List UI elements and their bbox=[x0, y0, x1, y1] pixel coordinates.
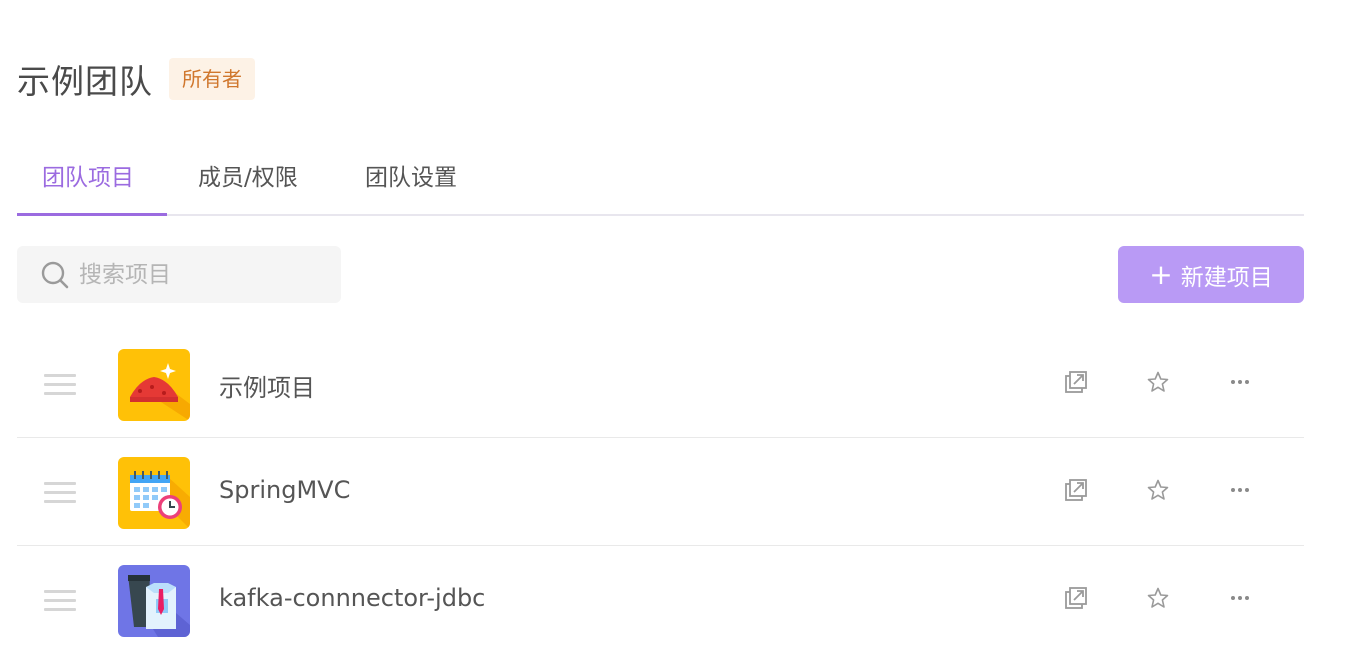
landscape-icon[interactable] bbox=[118, 349, 190, 421]
search-icon bbox=[41, 261, 69, 289]
drag-handle-icon[interactable] bbox=[44, 374, 76, 396]
active-tab-indicator bbox=[17, 213, 167, 216]
project-name[interactable]: SpringMVC bbox=[219, 476, 350, 504]
external-link-icon[interactable] bbox=[1062, 584, 1090, 612]
search-input[interactable] bbox=[79, 261, 319, 288]
more-icon[interactable] bbox=[1226, 476, 1254, 504]
project-name[interactable]: 示例项目 bbox=[219, 368, 315, 403]
tab-members-permissions[interactable]: 成员/权限 bbox=[198, 150, 298, 216]
tab-team-settings[interactable]: 团队设置 bbox=[365, 150, 457, 216]
new-project-label: 新建项目 bbox=[1180, 264, 1273, 291]
team-header: 示例团队 所有者 bbox=[17, 57, 255, 101]
more-icon[interactable] bbox=[1226, 584, 1254, 612]
drag-handle-icon[interactable] bbox=[44, 590, 76, 612]
project-row[interactable]: kafka-connnector-jdbc bbox=[17, 546, 1304, 649]
star-icon[interactable] bbox=[1144, 476, 1172, 504]
project-row[interactable]: 示例项目 bbox=[17, 330, 1304, 438]
project-list: 示例项目 SpringMVC kafka-connnector-jdbc bbox=[17, 330, 1304, 649]
project-name[interactable]: kafka-connnector-jdbc bbox=[219, 584, 485, 612]
drag-handle-icon[interactable] bbox=[44, 482, 76, 504]
new-project-button[interactable]: + 新建项目 bbox=[1118, 246, 1304, 303]
team-title: 示例团队 bbox=[17, 62, 153, 101]
shirt-tie-icon[interactable] bbox=[118, 565, 190, 637]
external-link-icon[interactable] bbox=[1062, 368, 1090, 396]
star-icon[interactable] bbox=[1144, 584, 1172, 612]
star-icon[interactable] bbox=[1144, 368, 1172, 396]
more-icon[interactable] bbox=[1226, 368, 1254, 396]
role-badge: 所有者 bbox=[169, 58, 255, 100]
tab-team-projects[interactable]: 团队项目 bbox=[42, 150, 134, 216]
tab-bar: 团队项目 成员/权限 团队设置 bbox=[17, 150, 1304, 216]
plus-icon: + bbox=[1149, 257, 1173, 291]
calendar-clock-icon[interactable] bbox=[118, 457, 190, 529]
search-box[interactable] bbox=[17, 246, 341, 303]
project-row[interactable]: SpringMVC bbox=[17, 438, 1304, 546]
external-link-icon[interactable] bbox=[1062, 476, 1090, 504]
